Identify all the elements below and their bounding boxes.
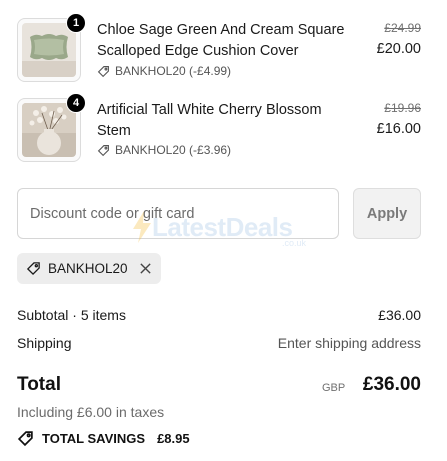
line-item: 4 Artificial Tall White Cherry Blossom S… — [17, 93, 421, 162]
original-price: £19.96 — [384, 101, 421, 115]
tag-icon — [97, 144, 109, 156]
quantity-badge: 4 — [66, 93, 86, 113]
item-discount-label: BANKHOL20 (-£3.96) — [115, 143, 232, 157]
tag-icon — [97, 65, 109, 77]
item-discount: BANKHOL20 (-£3.96) — [97, 143, 231, 157]
watermark-subtext: .co.uk — [282, 238, 307, 248]
total-amount: £36.00 — [362, 374, 421, 395]
taxes-note: Including £6.00 in taxes — [17, 404, 165, 420]
shipping-value: Enter shipping address — [277, 335, 421, 351]
applied-discount-label: BANKHOL20 — [48, 261, 128, 276]
quantity-badge: 1 — [66, 13, 86, 33]
shipping-label: Shipping — [17, 335, 72, 351]
original-price: £24.99 — [384, 21, 421, 35]
blossom-vase-image — [22, 103, 76, 157]
currency-code: GBP — [322, 382, 346, 394]
product-title: Artificial Tall White Cherry Blossom Ste… — [97, 102, 322, 139]
item-price: £20.00 — [376, 41, 421, 57]
savings-label: TOTAL SAVINGS — [42, 431, 146, 446]
close-icon[interactable] — [139, 262, 152, 275]
applied-discount-chip: BANKHOL20 — [17, 253, 161, 284]
apply-button[interactable]: Apply — [353, 188, 421, 239]
savings-value: £8.95 — [157, 431, 190, 446]
product-title: Chloe Sage Green And Cream Square Scallo… — [97, 22, 345, 59]
tag-icon — [26, 262, 40, 276]
shipping-row: Shipping Enter shipping address — [17, 335, 421, 351]
item-price: £16.00 — [376, 121, 421, 137]
subtotal-label: Subtotal · 5 items — [17, 307, 126, 323]
item-discount-label: BANKHOL20 (-£4.99) — [115, 64, 232, 78]
item-discount: BANKHOL20 (-£4.99) — [97, 64, 231, 78]
subtotal-value: £36.00 — [378, 307, 421, 323]
product-thumbnail: 1 — [17, 13, 86, 82]
tag-icon — [17, 431, 33, 447]
total-label: Total — [17, 374, 61, 395]
subtotal-row: Subtotal · 5 items £36.00 — [17, 307, 421, 323]
cushion-image — [22, 23, 76, 77]
total-savings: TOTAL SAVINGS £8.95 — [17, 430, 190, 447]
discount-code-input[interactable] — [17, 188, 339, 239]
product-thumbnail: 4 — [17, 93, 86, 162]
line-item: 1 Chloe Sage Green And Cream Square Scal… — [17, 13, 421, 82]
